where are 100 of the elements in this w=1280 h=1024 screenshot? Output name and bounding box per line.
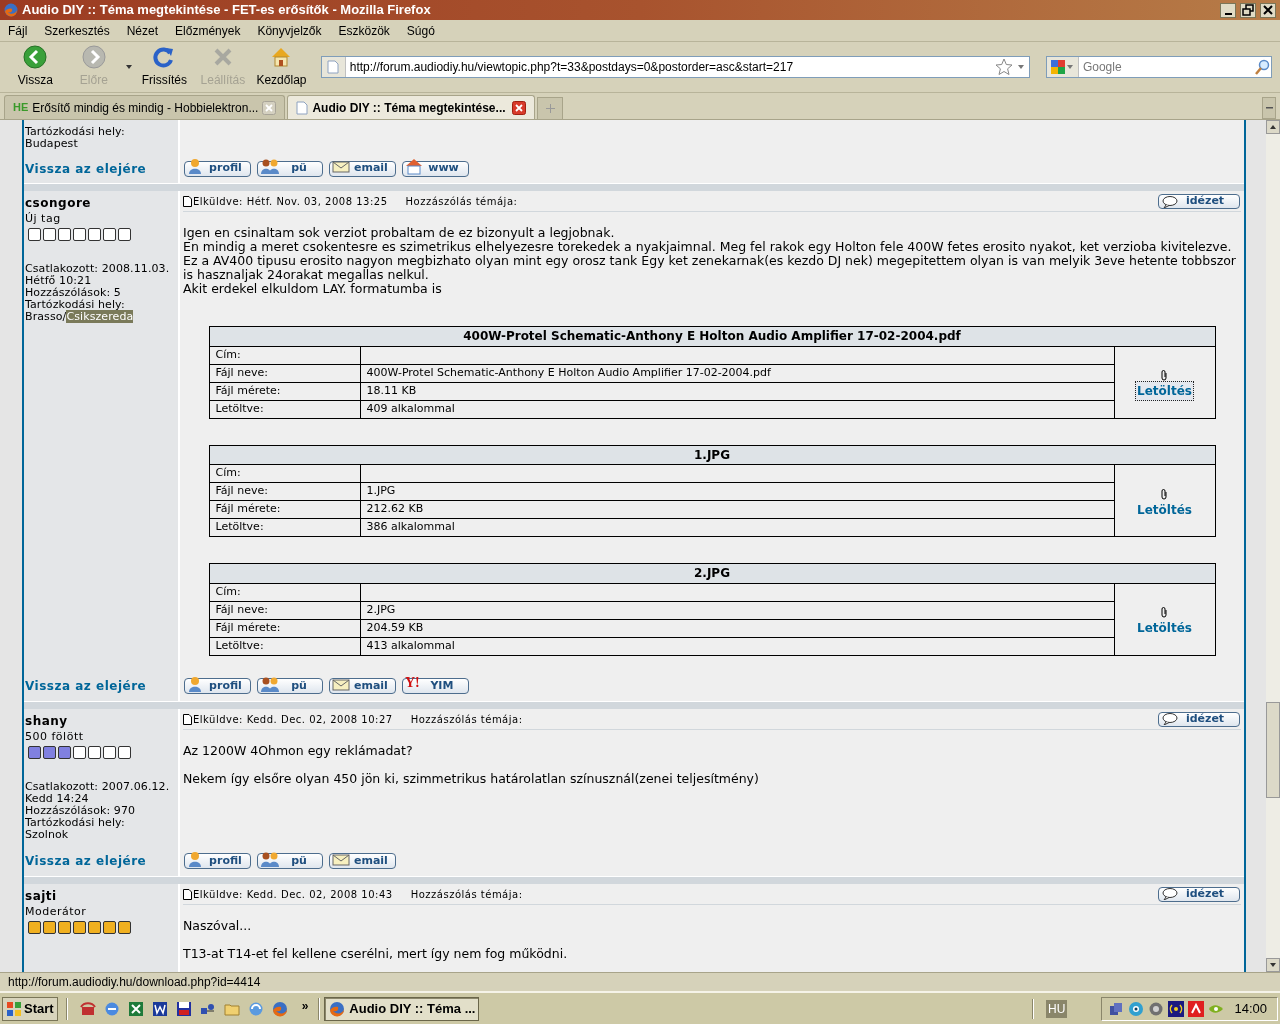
clock: 14:00 <box>1234 999 1267 1018</box>
restore-icon <box>1241 3 1255 17</box>
attachment-field-label: Fájl neve: <box>215 365 268 379</box>
email-button[interactable]: email <box>329 853 396 869</box>
firefox-icon <box>4 3 18 17</box>
quote-button[interactable]: idézet <box>1158 194 1240 209</box>
user-detail: Tartózkodási hely: <box>25 299 125 311</box>
menu-item[interactable]: Előzmények <box>175 21 241 40</box>
www-button[interactable]: www <box>402 160 469 177</box>
download-link[interactable]: Letöltés <box>1135 381 1194 401</box>
toolbar-button[interactable]: Kezdőlap <box>254 44 309 90</box>
yahoo-logo: Y! <box>405 676 420 690</box>
attachment-field-value: 204.59 KB <box>366 620 424 634</box>
house-icon <box>405 158 423 175</box>
document-icon[interactable] <box>151 1000 168 1017</box>
wireless-icon[interactable] <box>1168 1000 1185 1017</box>
phone-icon[interactable] <box>79 1000 96 1017</box>
email-button[interactable]: email <box>329 160 396 177</box>
disc-icon[interactable] <box>1128 1000 1145 1017</box>
quote-button[interactable]: idézet <box>1158 711 1240 727</box>
profile-button[interactable]: profil <box>184 853 251 869</box>
search-input[interactable]: Google <box>1078 58 1255 76</box>
user-detail: Kedd 14:24 <box>25 792 89 805</box>
address-bar[interactable]: http://forum.audiodiy.hu/viewtopic.php?t=33&postdays=0&postorder=asc&start=217 <box>320 56 1030 78</box>
start-button[interactable]: Start <box>2 996 58 1021</box>
toolbar-button[interactable]: Frissítés <box>137 44 192 90</box>
attachment-field-label: Fájl neve: <box>215 602 268 616</box>
user-detail: Hétfő 10:21 <box>25 275 92 287</box>
two-people-icon <box>260 158 280 175</box>
tab-list-button[interactable] <box>1262 97 1276 119</box>
scrollbar-thumb[interactable] <box>1266 702 1280 798</box>
attachment-field-label: Fájl neve: <box>215 484 268 498</box>
user-detail: Tartózkodási hely: <box>25 126 125 138</box>
attachment-field-label: Cím: <box>215 347 241 361</box>
post-date: Elküldve: Hétf. Nov. 03, 2008 13:25 <box>193 195 388 209</box>
author-name: csongore <box>25 195 92 212</box>
close-icon[interactable] <box>512 100 527 115</box>
author-name: sajti <box>25 887 58 905</box>
download-link[interactable]: Letöltés <box>1135 618 1194 638</box>
attachment-field-label: Fájl mérete: <box>215 383 281 397</box>
attachment-field-label: Cím: <box>215 584 241 598</box>
browser-tab[interactable]: Audio DIY :: Téma megtekintése... <box>287 95 536 119</box>
attachment-title: 1.JPG <box>694 447 730 462</box>
toolbar-button[interactable]: Vissza <box>8 44 63 90</box>
post-icon <box>183 196 192 207</box>
browser-tab[interactable]: HE Erősítő mindig és mindig - Hobbielektron... <box>4 95 286 119</box>
status-text: http://forum.audiodiy.hu/download.php?id=4414 <box>8 974 261 991</box>
pm-button[interactable]: pü <box>257 853 323 869</box>
post-text: T13-at T14-et fel kellene cserélni, mert így nem fog működni. <box>183 946 569 961</box>
vertical-scrollbar[interactable] <box>1266 120 1280 972</box>
minimize-button[interactable] <box>1220 2 1236 18</box>
quote-button[interactable]: idézet <box>1158 886 1240 902</box>
attachment-title: 400W-Protel Schematic-Anthony E Holton Audio Amplifier 17-02-2004.pdf <box>463 329 961 343</box>
menu-item[interactable]: Könyvjelzők <box>257 21 322 40</box>
user-location: Brasso/Csikszereda <box>25 311 134 323</box>
user-detail: Csatlakozott: 2008.11.03. <box>25 263 170 275</box>
spreadsheet-icon[interactable] <box>127 1000 144 1017</box>
envelope-icon <box>332 158 350 175</box>
menu-item[interactable]: Eszközök <box>338 21 390 40</box>
attachment-field-label: Letöltve: <box>215 401 264 415</box>
attachment-field-value: 18.11 KB <box>366 383 417 397</box>
attachment-field-label: Cím: <box>215 466 241 480</box>
search-icon[interactable] <box>1255 59 1271 75</box>
page-icon <box>327 60 340 74</box>
attachment-field-value: 409 alkalommal <box>366 401 455 415</box>
download-link[interactable]: Letöltés <box>1135 499 1194 520</box>
minimize-icon <box>1224 12 1232 15</box>
pm-button[interactable]: pü <box>257 678 323 694</box>
menu-item[interactable]: Súgó <box>406 21 435 40</box>
yim-button[interactable]: Y! YIM <box>402 678 469 694</box>
user-detail: Budapest <box>25 138 78 150</box>
language-indicator[interactable]: HU <box>1046 999 1068 1018</box>
firefox-icon[interactable] <box>271 1000 288 1017</box>
close-button[interactable] <box>1260 2 1276 18</box>
taskbar-window-button[interactable]: Audio DIY :: Téma ... <box>324 996 480 1021</box>
plus-icon <box>545 104 555 113</box>
page-icon <box>296 100 309 115</box>
more-button[interactable]: » <box>301 996 309 1015</box>
rank-title: Új tag <box>25 212 62 225</box>
menu-item[interactable]: Szerkesztés <box>44 21 110 40</box>
speech-bubble-icon <box>1161 888 1179 900</box>
user-detail: Tartózkodási hely: <box>25 816 125 829</box>
restore-button[interactable] <box>1240 2 1256 18</box>
attachment-field-label: Fájl mérete: <box>215 620 281 634</box>
post-icon <box>183 713 192 725</box>
site-favicon: HE <box>13 100 29 116</box>
attachment-field-value: 212.62 KB <box>366 502 424 516</box>
menu-item[interactable]: Fájl <box>8 21 28 40</box>
dropdown-arrow-icon[interactable] <box>125 64 134 70</box>
star-icon[interactable] <box>994 58 1013 76</box>
menu-item[interactable]: Nézet <box>126 21 159 40</box>
email-button[interactable]: email <box>329 678 396 694</box>
pm-button[interactable]: pü <box>257 160 323 177</box>
back-icon <box>23 45 48 69</box>
subject-label: Hozzászólás témája: <box>410 887 523 902</box>
profile-button[interactable]: profil <box>184 160 251 177</box>
author-name: shany <box>25 712 69 730</box>
rank-title: 500 fölött <box>25 729 85 743</box>
profile-button[interactable]: profil <box>184 678 251 694</box>
search-field[interactable]: Google <box>1045 56 1272 78</box>
